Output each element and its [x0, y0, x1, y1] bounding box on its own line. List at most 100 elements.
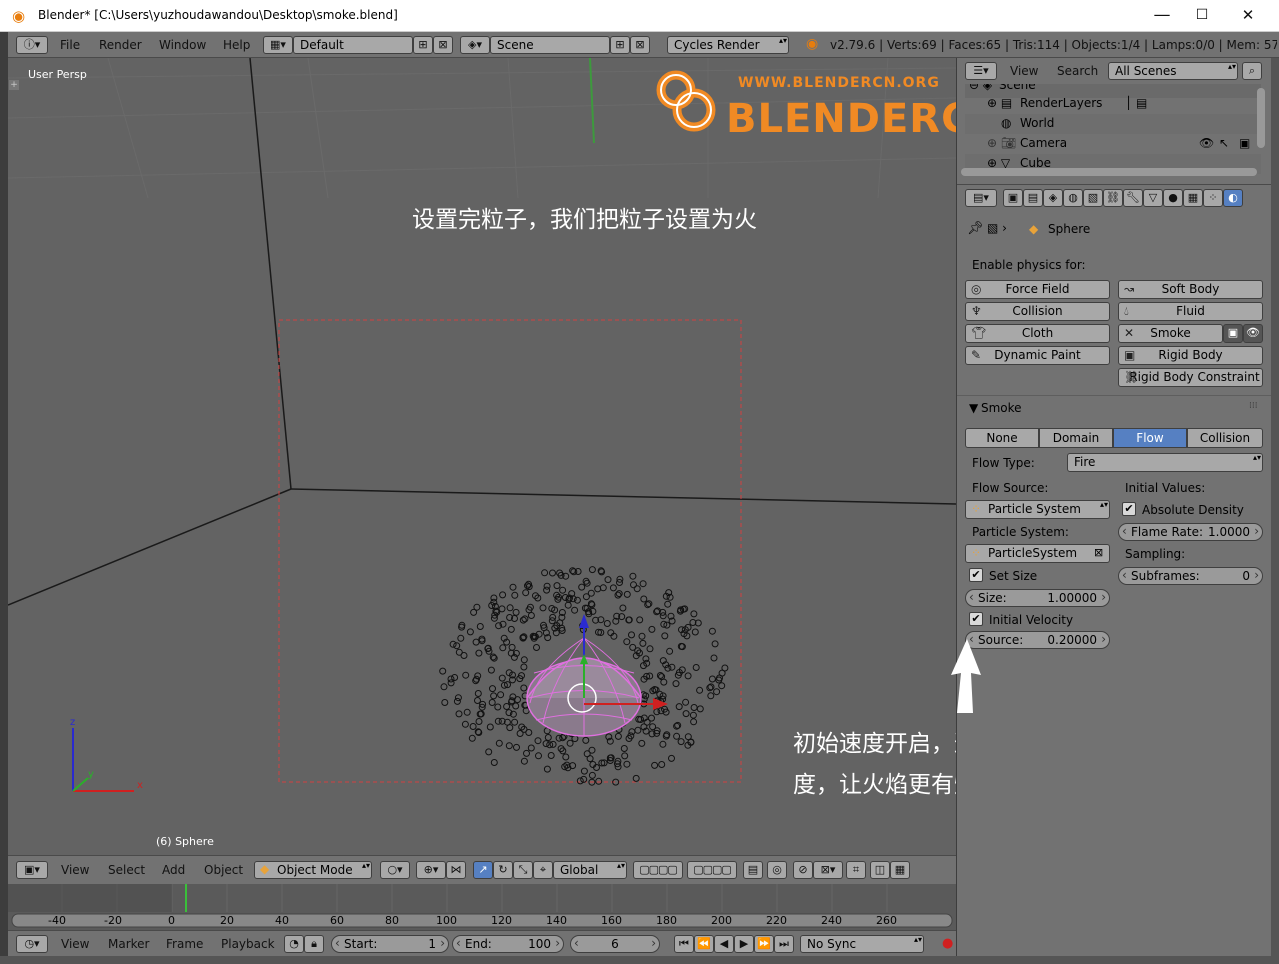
- preview-range-icon[interactable]: ◔: [284, 935, 304, 953]
- add-scene-icon[interactable]: ⊞: [610, 36, 630, 54]
- menu-render[interactable]: Render: [99, 38, 142, 52]
- current-frame-field[interactable]: 6: [570, 935, 660, 953]
- play-reverse-icon[interactable]: ◀: [714, 935, 734, 953]
- timeline-menu-playback[interactable]: Playback: [221, 937, 275, 951]
- rigid-body-button[interactable]: ▣ Rigid Body: [1118, 346, 1263, 365]
- lock-icon[interactable]: 🔒︎: [304, 935, 324, 953]
- constraints-tab-icon[interactable]: ⛓︎: [1103, 189, 1123, 207]
- transform-icon[interactable]: ⌖: [533, 861, 553, 879]
- snap-element-icon[interactable]: ⊠▾: [813, 861, 843, 879]
- snap-target-icon[interactable]: ⌗: [846, 861, 866, 879]
- jump-start-icon[interactable]: ⏮: [674, 935, 694, 953]
- timeline-menu-view[interactable]: View: [61, 937, 89, 951]
- pivot-icon[interactable]: ⊕▾: [416, 861, 446, 879]
- end-frame-field[interactable]: End:100: [452, 935, 564, 953]
- jump-keyframe-back-icon[interactable]: ⏪: [694, 935, 714, 953]
- data-tab-icon[interactable]: ▽: [1143, 189, 1163, 207]
- viewport-editor-type-button[interactable]: ▣▾: [16, 861, 48, 879]
- shading-icon[interactable]: ○▾: [380, 861, 410, 879]
- outliner-item-renderlayers[interactable]: ⊕ ▤ RenderLayers │ ▤: [965, 94, 1261, 114]
- outliner-hscrollbar[interactable]: [961, 168, 1257, 176]
- menu-select[interactable]: Select: [108, 863, 145, 877]
- set-size-checkbox[interactable]: ✔: [969, 568, 983, 582]
- layers-right-icon[interactable]: ▢▢▢▢: [687, 861, 737, 879]
- velocity-source-field[interactable]: Source:0.20000: [965, 631, 1110, 649]
- outliner-menu-search[interactable]: Search: [1057, 64, 1098, 78]
- manipulator-icon[interactable]: ⋈: [446, 861, 466, 879]
- add-layout-icon[interactable]: ⊞: [413, 36, 433, 54]
- remove-scene-icon[interactable]: ⊠: [630, 36, 650, 54]
- render-tab-icon[interactable]: ▣: [1003, 189, 1023, 207]
- smoke-view-toggle-icon[interactable]: 👁︎: [1243, 324, 1263, 343]
- smoke-type-flow-tab[interactable]: Flow: [1113, 428, 1187, 448]
- timeline-area[interactable]: -40 -20 0 20 40 60 80 100 120 140 160 18…: [8, 884, 956, 930]
- smoke-type-domain-tab[interactable]: Domain: [1039, 428, 1113, 448]
- toolshelf-toggle-icon[interactable]: +: [9, 80, 19, 90]
- flame-rate-field[interactable]: Flame Rate:1.0000: [1118, 523, 1263, 541]
- flow-type-select[interactable]: Fire: [1067, 453, 1263, 472]
- pin-icon[interactable]: 📌︎: [967, 221, 984, 236]
- particles-tab-icon[interactable]: ⁘: [1203, 189, 1223, 207]
- fluid-button[interactable]: 💧︎ Fluid: [1118, 302, 1263, 321]
- cloth-button[interactable]: 👕︎ Cloth: [965, 324, 1110, 343]
- translate-manipulator-icon[interactable]: ↗: [473, 861, 493, 879]
- menu-view[interactable]: View: [61, 863, 89, 877]
- render-animation-icon[interactable]: ▦: [890, 861, 910, 879]
- world-tab-icon[interactable]: ◍: [1063, 189, 1083, 207]
- dynamic-paint-button[interactable]: ✎ Dynamic Paint: [965, 346, 1110, 365]
- menu-add[interactable]: Add: [162, 863, 185, 877]
- rigid-body-constraint-button[interactable]: ⛓︎ Rigid Body Constraint: [1118, 368, 1263, 387]
- orientation-select[interactable]: Global: [553, 861, 627, 879]
- object-mode-select[interactable]: Object Mode: [254, 861, 372, 879]
- screen-layout-field[interactable]: Default: [293, 36, 413, 54]
- jump-keyframe-forward-icon[interactable]: ⏩: [754, 935, 774, 953]
- menu-help[interactable]: Help: [223, 38, 250, 52]
- outliner-editor-type-button[interactable]: ☰▾: [965, 62, 997, 80]
- scene-field[interactable]: Scene: [490, 36, 610, 54]
- scene-icon[interactable]: ◈▾: [460, 36, 490, 54]
- play-icon[interactable]: ▶: [734, 935, 754, 953]
- smoke-type-collision-tab[interactable]: Collision: [1187, 428, 1263, 448]
- soft-body-button[interactable]: ↝ Soft Body: [1118, 280, 1263, 299]
- start-frame-field[interactable]: Start:1: [331, 935, 449, 953]
- smoke-panel-title[interactable]: Smoke: [981, 401, 1022, 415]
- smoke-panel-collapse-icon[interactable]: ▼: [969, 401, 978, 415]
- proportional-edit-icon[interactable]: ◎: [767, 861, 787, 879]
- physics-tab-icon[interactable]: ◐: [1223, 189, 1243, 207]
- smoke-type-none-tab[interactable]: None: [965, 428, 1039, 448]
- visibility-eye-icon[interactable]: 👁︎: [1199, 136, 1214, 150]
- absolute-density-checkbox[interactable]: ✔: [1122, 502, 1136, 516]
- sync-select[interactable]: No Sync: [800, 935, 924, 953]
- snap-icon[interactable]: ⊘: [793, 861, 813, 879]
- render-engine-select[interactable]: Cycles Render: [667, 36, 789, 54]
- panel-drag-handle-icon[interactable]: ⁞⁞⁞: [1249, 401, 1258, 411]
- 3d-viewport[interactable]: z y x User Persp + (6) Sphere WWW.BLENDE…: [8, 58, 956, 855]
- object-tab-icon[interactable]: ▧: [1083, 189, 1103, 207]
- scene-tab-icon[interactable]: ◈: [1043, 189, 1063, 207]
- material-tab-icon[interactable]: ●: [1163, 189, 1183, 207]
- modifiers-tab-icon[interactable]: 🔧︎: [1123, 189, 1143, 207]
- subframes-field[interactable]: Subframes:0: [1118, 567, 1263, 585]
- outliner-search-icon[interactable]: ⌕: [1242, 62, 1262, 80]
- smoke-render-toggle-icon[interactable]: ▣: [1223, 324, 1243, 343]
- texture-tab-icon[interactable]: ▦: [1183, 189, 1203, 207]
- initial-velocity-checkbox[interactable]: ✔: [969, 612, 983, 626]
- scale-manipulator-icon[interactable]: ⤡: [513, 861, 533, 879]
- timeline-menu-marker[interactable]: Marker: [108, 937, 149, 951]
- timeline-menu-frame[interactable]: Frame: [166, 937, 203, 951]
- maximize-button[interactable]: ☐: [1179, 0, 1225, 32]
- menu-window[interactable]: Window: [159, 38, 206, 52]
- collision-button[interactable]: ♆ Collision: [965, 302, 1110, 321]
- outliner-filter-select[interactable]: All Scenes: [1108, 62, 1238, 80]
- outliner-scrollbar[interactable]: [1257, 88, 1265, 148]
- properties-editor-type-button[interactable]: ▤▾: [965, 189, 997, 207]
- force-field-button[interactable]: ◎ Force Field: [965, 280, 1110, 299]
- screen-layout-icon[interactable]: ▦▾: [263, 36, 293, 54]
- outliner-menu-view[interactable]: View: [1010, 64, 1038, 78]
- menu-file[interactable]: File: [60, 38, 80, 52]
- remove-layout-icon[interactable]: ⊠: [433, 36, 453, 54]
- particle-system-field[interactable]: ParticleSystem: [965, 544, 1110, 563]
- record-icon[interactable]: ●: [942, 936, 953, 951]
- size-field[interactable]: Size:1.00000: [965, 589, 1110, 607]
- flow-source-select[interactable]: Particle System: [965, 500, 1110, 519]
